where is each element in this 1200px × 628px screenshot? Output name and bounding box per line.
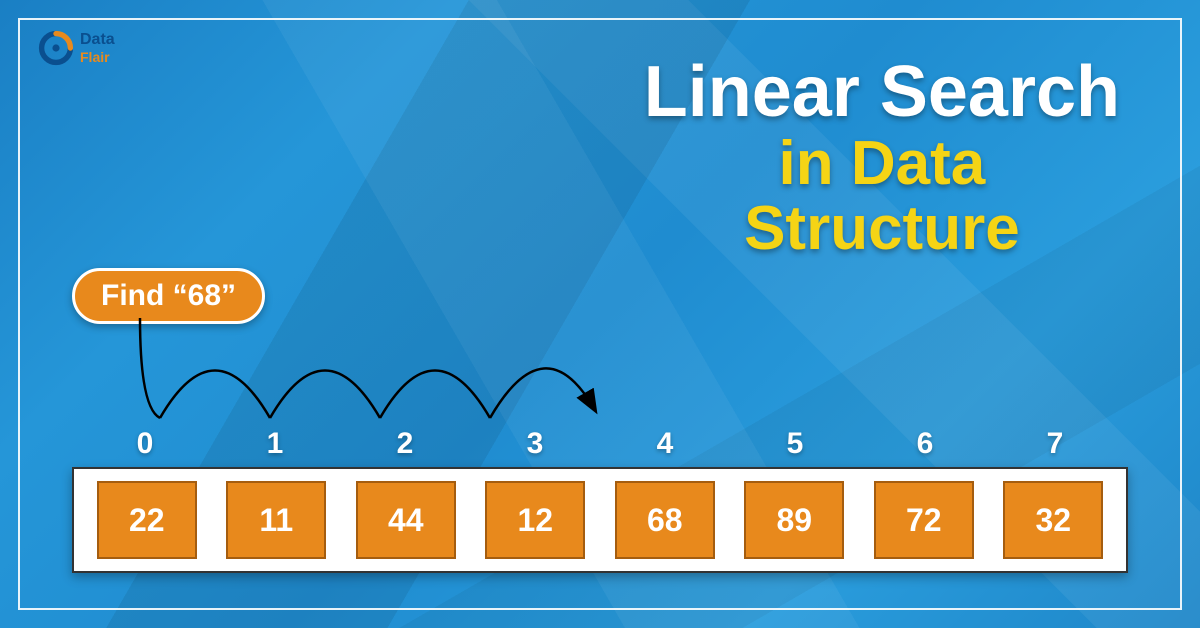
array-box: 22 11 44 12 68 89 72 32	[72, 467, 1128, 573]
array-cell: 12	[485, 481, 585, 559]
title-line-1: Linear Search	[644, 55, 1120, 131]
logo-text-bottom: Flair	[80, 50, 115, 64]
array-cell: 11	[226, 481, 326, 559]
index-label: 2	[355, 427, 455, 461]
array-visualization: 0 1 2 3 4 5 6 7 22 11 44 12 68 89 72 32	[72, 427, 1128, 573]
array-cell: 72	[874, 481, 974, 559]
index-label: 4	[615, 427, 715, 461]
brand-logo: Data Flair	[38, 30, 115, 66]
logo-text: Data Flair	[80, 32, 115, 64]
array-cell: 22	[97, 481, 197, 559]
title-line-2: in Data	[644, 131, 1120, 196]
index-label: 1	[225, 427, 325, 461]
logo-text-top: Data	[80, 32, 115, 48]
index-label: 7	[1005, 427, 1105, 461]
main-title: Linear Search in Data Structure	[644, 55, 1120, 261]
logo-icon	[38, 30, 74, 66]
array-cell: 44	[356, 481, 456, 559]
index-label: 6	[875, 427, 975, 461]
index-label: 3	[485, 427, 585, 461]
index-row: 0 1 2 3 4 5 6 7	[72, 427, 1128, 461]
array-cell: 89	[744, 481, 844, 559]
search-path-arrows	[85, 308, 605, 428]
index-label: 0	[95, 427, 195, 461]
array-cell: 68	[615, 481, 715, 559]
title-line-3: Structure	[644, 196, 1120, 261]
array-cell: 32	[1003, 481, 1103, 559]
index-label: 5	[745, 427, 845, 461]
